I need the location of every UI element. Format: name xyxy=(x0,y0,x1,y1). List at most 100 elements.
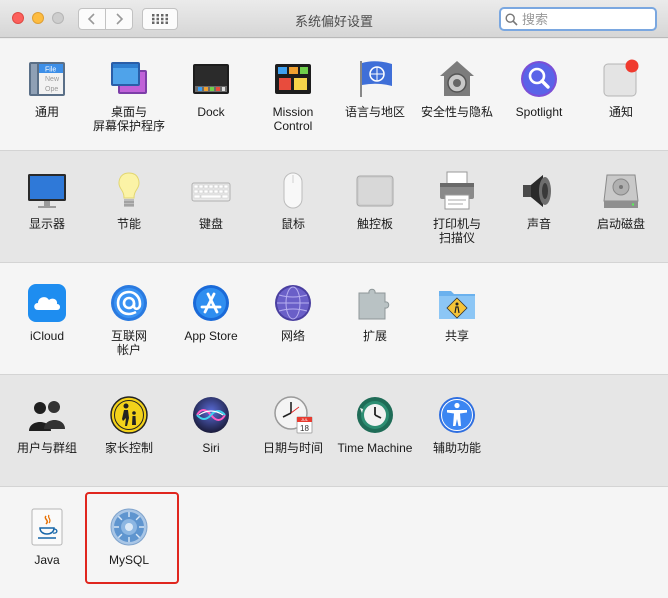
globe-icon xyxy=(275,285,311,321)
pref-trackpad-label: 触控板 xyxy=(356,217,393,231)
siri-icon xyxy=(193,397,229,433)
pref-language-region[interactable]: 语言与地区 xyxy=(334,59,416,119)
pref-accessibility-label: 辅助功能 xyxy=(432,441,481,455)
pref-language-region-label: 语言与地区 xyxy=(344,105,405,119)
time-machine-icon xyxy=(357,397,393,433)
spotlight-icon xyxy=(521,61,557,97)
java-icon xyxy=(31,508,63,546)
pref-accessibility[interactable]: 辅助功能 xyxy=(416,395,498,455)
pref-general[interactable]: File New Ope 通用 xyxy=(6,59,88,119)
pref-security-privacy-label: 安全性与隐私 xyxy=(420,105,493,119)
search-field[interactable] xyxy=(499,7,657,31)
pref-dock-label: Dock xyxy=(197,105,225,119)
pref-security-privacy[interactable]: 安全性与隐私 xyxy=(416,59,498,119)
pref-startup-disk-label: 启动磁盘 xyxy=(596,217,645,231)
pref-extensions[interactable]: 扩展 xyxy=(334,283,416,343)
pref-startup-disk[interactable]: 启动磁盘 xyxy=(580,171,662,231)
pref-mouse-label: 鼠标 xyxy=(280,217,305,231)
light-bulb-icon xyxy=(118,172,140,207)
pref-sharing[interactable]: 共享 xyxy=(416,283,498,343)
general-icon-new: New xyxy=(45,76,60,83)
prefs-row-system: 用户与群组 家长控制 Siri JUL 18 日期与时间 Time Machin… xyxy=(0,375,668,487)
pref-date-time-label: 日期与时间 xyxy=(262,441,323,455)
pref-siri-label: Siri xyxy=(202,441,220,455)
parental-controls-icon xyxy=(110,396,148,434)
pref-energy-saver-label: 节能 xyxy=(116,217,141,231)
pref-trackpad[interactable]: 触控板 xyxy=(334,171,416,231)
pref-internet-accounts-label: 互联网 帐户 xyxy=(110,329,147,357)
pref-app-store-label: App Store xyxy=(184,329,238,343)
clock-calendar-icon: JUL 18 xyxy=(274,396,313,434)
dock-icon xyxy=(193,64,229,94)
pref-keyboard[interactable]: 键盘 xyxy=(170,171,252,231)
pref-mission-control-label: Mission Control xyxy=(272,105,314,133)
desktop-screensaver-icon xyxy=(111,62,147,94)
search-input[interactable] xyxy=(522,11,642,27)
pref-siri[interactable]: Siri xyxy=(170,395,252,455)
general-icon: File New Ope xyxy=(29,62,65,96)
mission-control-icon xyxy=(275,64,311,94)
trackpad-icon xyxy=(356,175,394,207)
system-preferences-window: 系统偏好设置 File New Ope 通用 xyxy=(0,0,668,598)
pref-printers-scanners-label: 打印机与 扫描仪 xyxy=(432,217,481,245)
pref-java-label: Java xyxy=(34,553,60,567)
mouse-icon xyxy=(283,172,303,209)
icloud-icon xyxy=(28,284,66,322)
sharing-folder-icon xyxy=(439,291,475,319)
printer-icon xyxy=(440,171,474,210)
pref-sharing-label: 共享 xyxy=(444,329,469,343)
pref-icloud-label: iCloud xyxy=(29,329,65,343)
speaker-icon xyxy=(523,175,551,207)
pref-internet-accounts[interactable]: 互联网 帐户 xyxy=(88,283,170,357)
hard-drive-icon xyxy=(603,174,639,208)
mysql-highlight-box xyxy=(85,492,179,584)
pref-notifications[interactable]: 通知 xyxy=(580,59,662,119)
pref-time-machine-label: Time Machine xyxy=(337,441,413,455)
pref-spotlight-label: Spotlight xyxy=(515,105,563,119)
pref-network-label: 网络 xyxy=(280,329,305,343)
accessibility-icon xyxy=(439,397,475,433)
pref-extensions-label: 扩展 xyxy=(362,329,387,343)
pref-time-machine[interactable]: Time Machine xyxy=(334,395,416,455)
pref-network[interactable]: 网络 xyxy=(252,283,334,343)
puzzle-piece-icon xyxy=(358,288,390,320)
pref-displays[interactable]: 显示器 xyxy=(6,171,88,231)
general-icon-open: Ope xyxy=(45,86,58,93)
house-lock-icon xyxy=(440,61,474,96)
language-region-icon xyxy=(360,61,392,97)
at-sign-icon xyxy=(111,285,147,321)
pref-desktop-screensaver[interactable]: 桌面与 屏幕保护程序 xyxy=(88,59,170,133)
pref-icloud[interactable]: iCloud xyxy=(6,283,88,343)
pref-mouse[interactable]: 鼠标 xyxy=(252,171,334,231)
prefs-row-internet: iCloud 互联网 帐户 App Store 网络 扩展 共享 xyxy=(0,263,668,375)
search-icon xyxy=(505,12,518,26)
titlebar: 系统偏好设置 xyxy=(0,0,668,38)
keyboard-icon xyxy=(191,182,231,202)
pref-app-store[interactable]: App Store xyxy=(170,283,252,343)
display-icon xyxy=(28,174,66,208)
pref-sound-label: 声音 xyxy=(526,217,551,231)
app-store-icon xyxy=(193,285,229,321)
pref-notifications-label: 通知 xyxy=(608,105,633,119)
pref-displays-label: 显示器 xyxy=(28,217,65,231)
pref-printers-scanners[interactable]: 打印机与 扫描仪 xyxy=(416,171,498,245)
users-icon xyxy=(29,401,65,431)
pref-parental-controls-label: 家长控制 xyxy=(104,441,153,455)
pref-desktop-screensaver-label: 桌面与 屏幕保护程序 xyxy=(92,105,165,133)
prefs-row-personal: File New Ope 通用 桌面与 屏幕保护程序 Dock Mission … xyxy=(0,39,668,151)
prefs-row-hardware: 显示器 节能 键盘 鼠标 触控板 打印机与 扫描仪 声音 启动磁盘 xyxy=(0,151,668,263)
calendar-month-text: JUL xyxy=(301,417,309,422)
pref-keyboard-label: 键盘 xyxy=(198,217,223,231)
calendar-day-text: 18 xyxy=(300,424,309,433)
pref-dock[interactable]: Dock xyxy=(170,59,252,119)
pref-users-groups-label: 用户与群组 xyxy=(16,441,77,455)
pref-mission-control[interactable]: Mission Control xyxy=(252,59,334,133)
pref-energy-saver[interactable]: 节能 xyxy=(88,171,170,231)
pref-users-groups[interactable]: 用户与群组 xyxy=(6,395,88,455)
pref-java[interactable]: Java xyxy=(6,507,88,567)
notifications-icon xyxy=(603,59,639,97)
pref-sound[interactable]: 声音 xyxy=(498,171,580,231)
pref-parental-controls[interactable]: 家长控制 xyxy=(88,395,170,455)
pref-date-time[interactable]: JUL 18 日期与时间 xyxy=(252,395,334,455)
pref-spotlight[interactable]: Spotlight xyxy=(498,59,580,119)
